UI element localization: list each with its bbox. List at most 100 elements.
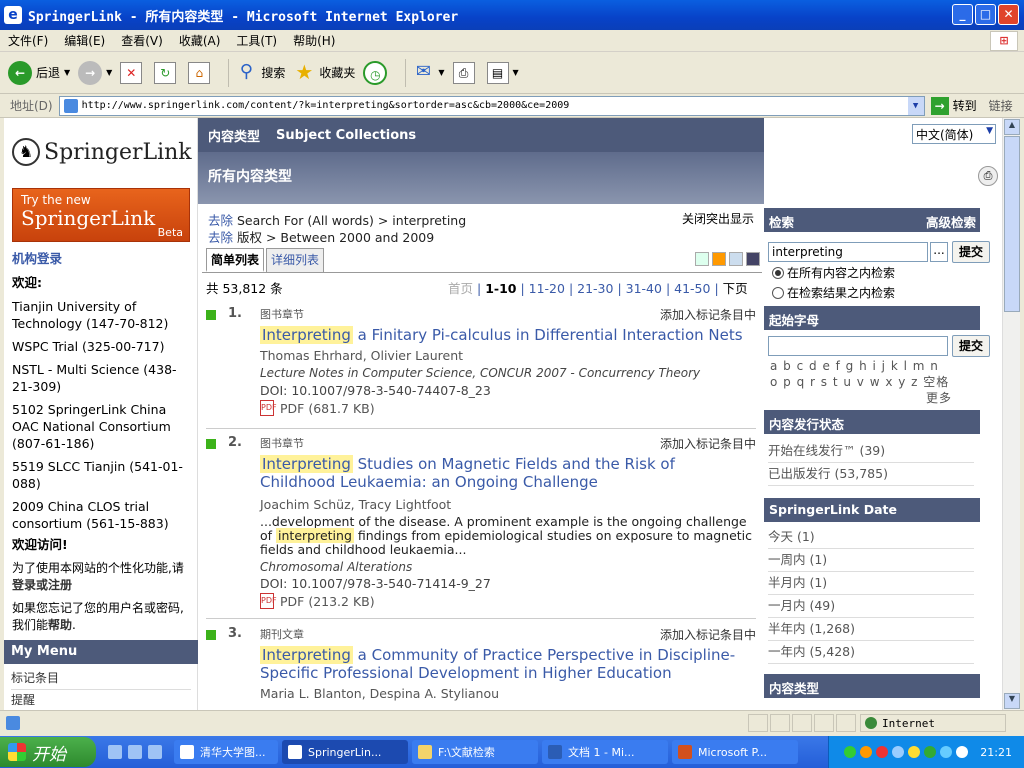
email-icon[interactable] <box>729 252 743 266</box>
pager-link[interactable]: 31-40 <box>626 281 662 296</box>
search-submit-button[interactable]: 提交 <box>952 241 990 263</box>
result-source[interactable]: Chromosomal Alterations <box>260 560 412 574</box>
history-button[interactable]: ◷ <box>363 60 391 85</box>
printer-icon[interactable]: ⎙ <box>978 166 998 186</box>
tray-icon[interactable] <box>844 746 857 758</box>
close-highlight-link[interactable]: 关闭突出显示 <box>682 210 754 227</box>
try-beta-banner[interactable]: Try the new SpringerLink Beta <box>12 188 190 242</box>
result-authors[interactable]: Joachim Schüz, Tracy Lightfoot <box>260 497 451 512</box>
tab-simple-list[interactable]: 简单列表 <box>206 248 265 272</box>
task-button[interactable]: 文档 1 - Mi... <box>542 740 668 764</box>
tray-icon[interactable] <box>908 746 921 758</box>
result-title-link[interactable]: Interpreting a Community of Practice Per… <box>260 646 754 682</box>
menu-tools[interactable]: 工具(T) <box>228 32 285 49</box>
marked-items-link[interactable]: 标记条目 <box>11 668 191 690</box>
add-to-marked-link[interactable]: 添加入标记条目中 <box>660 435 756 452</box>
menu-edit[interactable]: 编辑(E) <box>56 32 113 49</box>
tray-icon[interactable] <box>892 746 905 758</box>
edit-button[interactable]: ▤ ▼ <box>486 61 519 84</box>
date-filter-link[interactable]: 今天 (1) <box>768 526 974 549</box>
back-button[interactable]: ← 后退 ▼ <box>8 60 70 85</box>
scroll-up-icon[interactable]: ▲ <box>1004 119 1020 135</box>
explorer-quicklaunch-icon[interactable] <box>128 745 142 759</box>
task-button[interactable]: F:\文献检索 <box>412 740 538 764</box>
pager-link[interactable]: 21-30 <box>577 281 613 296</box>
start-button[interactable]: 开始 <box>0 737 96 767</box>
mail-button[interactable]: ✉ ▼ <box>412 61 445 84</box>
pager-link[interactable]: 11-20 <box>529 281 565 296</box>
pager-link[interactable]: 41-50 <box>674 281 710 296</box>
desktop-quicklaunch-icon[interactable] <box>148 745 162 759</box>
language-select[interactable]: 中文(简体) ▼ <box>912 124 996 144</box>
letter-input[interactable] <box>768 336 948 356</box>
result-authors[interactable]: Thomas Ehrhard, Olivier Laurent <box>260 348 463 363</box>
forward-button[interactable]: → ▼ <box>78 60 112 85</box>
tray-icon[interactable] <box>860 746 873 758</box>
status-filter-link[interactable]: 开始在线发行™ (39) <box>768 440 974 463</box>
result-title-link[interactable]: Interpreting a Finitary Pi-calculus in D… <box>260 326 754 344</box>
result-source[interactable]: Lecture Notes in Computer Science, CONCU… <box>260 366 700 380</box>
refresh-button[interactable]: ↻ <box>154 61 180 84</box>
vertical-scrollbar[interactable]: ▲ ▼ <box>1002 118 1020 710</box>
close-button[interactable]: ✕ <box>998 4 1019 25</box>
task-button[interactable]: Microsoft P... <box>672 740 798 764</box>
date-filter-link[interactable]: 一年内 (5,428) <box>768 641 974 664</box>
letter-submit-button[interactable]: 提交 <box>952 335 990 357</box>
home-button[interactable]: ⌂ <box>188 61 214 84</box>
tab-detailed-list[interactable]: 详细列表 <box>266 248 325 272</box>
date-filter-link[interactable]: 半年内 (1,268) <box>768 618 974 641</box>
nav-subject-collections[interactable]: Subject Collections <box>276 128 416 143</box>
rss-icon[interactable] <box>712 252 726 266</box>
result-title-link[interactable]: Interpreting Studies on Magnetic Fields … <box>260 455 754 491</box>
date-filter-link[interactable]: 半月内 (1) <box>768 572 974 595</box>
favorites-button[interactable]: ★ 收藏夹 <box>293 62 355 84</box>
menu-favorites[interactable]: 收藏(A) <box>171 32 229 49</box>
result-authors[interactable]: Maria L. Blanton, Despina A. Stylianou <box>260 686 499 701</box>
springerlink-logo[interactable]: ♞ SpringerLink <box>12 134 192 170</box>
search-button[interactable]: ⚲ 搜索 <box>235 61 286 84</box>
nav-content-types[interactable]: 内容类型 <box>208 126 260 145</box>
letters-row[interactable]: a b c d e f g h i j k l m n <box>770 358 956 374</box>
address-input[interactable]: http://www.springerlink.com/content/?k=i… <box>58 95 925 116</box>
scope-results-radio[interactable]: 在检索结果之内检索 <box>772 284 895 301</box>
remove-filter-link[interactable]: 去除 <box>208 230 233 245</box>
tray-icon[interactable] <box>876 746 889 758</box>
ie-quicklaunch-icon[interactable] <box>108 745 122 759</box>
space-link[interactable]: 空格 <box>923 375 949 389</box>
stop-button[interactable]: ✕ <box>120 61 146 84</box>
menu-file[interactable]: 文件(F) <box>0 32 56 49</box>
address-dropdown-icon[interactable]: ▼ <box>907 96 924 115</box>
task-button-active[interactable]: SpringerLin... <box>282 740 408 764</box>
export-icon[interactable] <box>695 252 709 266</box>
search-options-button[interactable]: ... <box>930 242 948 262</box>
pdf-link[interactable]: PDF PDF (213.2 KB) <box>260 593 375 609</box>
search-input[interactable]: interpreting <box>768 242 928 262</box>
help-link[interactable]: 帮助 <box>48 618 72 632</box>
add-to-marked-link[interactable]: 添加入标记条目中 <box>660 306 756 323</box>
more-letters-link[interactable]: 更多 <box>770 390 956 406</box>
tray-icon[interactable] <box>940 746 953 758</box>
advanced-search-link[interactable]: 高级检索 <box>926 212 976 231</box>
links-label[interactable]: 链接 <box>989 97 1013 114</box>
alerts-link[interactable]: 提醒 <box>11 690 191 710</box>
menu-view[interactable]: 查看(V) <box>113 32 171 49</box>
login-register-link[interactable]: 登录或注册 <box>12 578 72 592</box>
task-button[interactable]: 清华大学图... <box>174 740 278 764</box>
date-filter-link[interactable]: 一周内 (1) <box>768 549 974 572</box>
remove-filter-link[interactable]: 去除 <box>208 213 233 228</box>
save-icon[interactable] <box>746 252 760 266</box>
maximize-button[interactable]: □ <box>975 4 996 25</box>
volume-icon[interactable] <box>956 746 969 758</box>
tray-icon[interactable] <box>924 746 937 758</box>
minimize-button[interactable]: _ <box>952 4 973 25</box>
menu-help[interactable]: 帮助(H) <box>285 32 343 49</box>
pager-next[interactable]: 下页 <box>723 281 748 296</box>
scroll-down-icon[interactable]: ▼ <box>1004 693 1020 709</box>
pdf-link[interactable]: PDF PDF (681.7 KB) <box>260 400 375 416</box>
print-button[interactable]: ⎙ <box>452 61 479 84</box>
institution-login-link[interactable]: 机构登录 <box>12 250 192 267</box>
go-button[interactable]: → 转到 <box>930 96 977 115</box>
date-filter-link[interactable]: 一月内 (49) <box>768 595 974 618</box>
status-filter-link[interactable]: 已出版发行 (53,785) <box>768 463 974 486</box>
scroll-thumb[interactable] <box>1004 136 1020 312</box>
